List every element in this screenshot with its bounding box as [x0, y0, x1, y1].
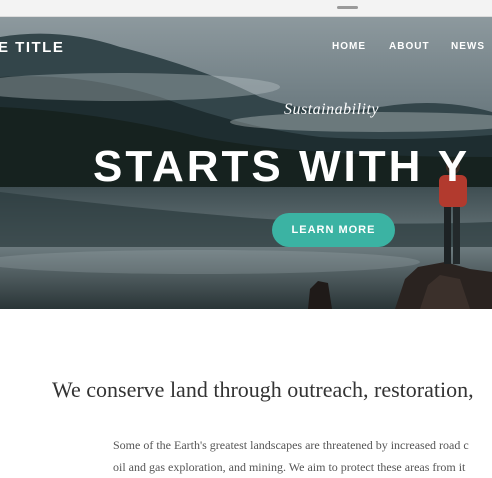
section-tagline: We conserve land through outreach, resto… — [52, 377, 474, 402]
hero-eyebrow: Sustainability — [284, 101, 379, 118]
learn-more-button[interactable]: LEARN MORE — [272, 213, 395, 247]
nav-item-about[interactable]: ABOUT — [389, 41, 430, 52]
drag-handle-icon[interactable] — [337, 6, 358, 9]
hero-banner: E TITLE HOME ABOUT NEWS Sustainability S… — [0, 17, 492, 309]
nav-item-news[interactable]: NEWS — [451, 41, 485, 52]
main-nav: HOME ABOUT NEWS — [0, 41, 492, 57]
intro-line: Some of the Earth's greatest landscapes … — [113, 438, 469, 452]
intro-line: oil and gas exploration, and mining. We … — [113, 460, 466, 474]
browser-top-bar — [0, 0, 492, 17]
intro-paragraph: Some of the Earth's greatest landscapes … — [113, 434, 492, 478]
nav-item-home[interactable]: HOME — [332, 41, 366, 52]
hero-headline: STARTS WITH Y — [93, 142, 471, 191]
